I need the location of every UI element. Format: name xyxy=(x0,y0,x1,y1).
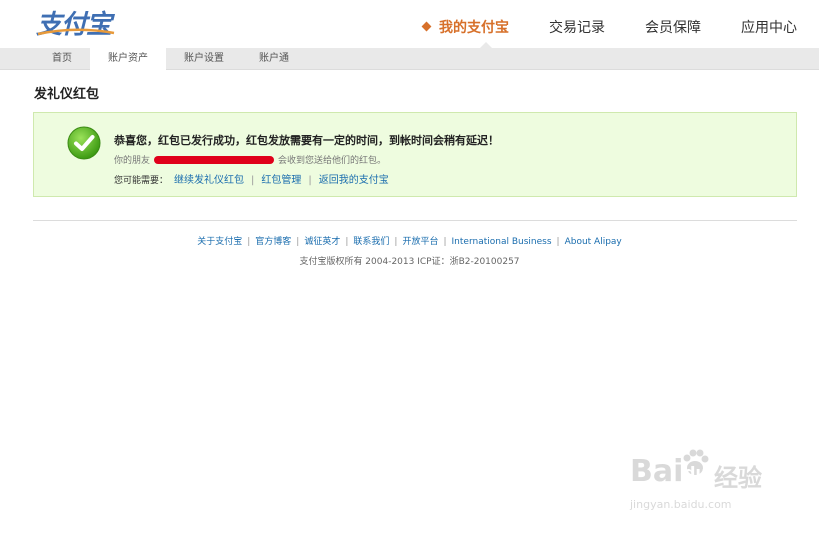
success-title: 恭喜您，红包已发行成功，红包发放需要有一定的时间，到帐时间会稍有延迟！ xyxy=(114,134,499,147)
nav-transactions[interactable]: 交易记录 xyxy=(549,17,605,37)
footer-divider xyxy=(33,220,797,221)
subnav-account-settings[interactable]: 账户设置 xyxy=(166,48,242,70)
nav-my-alipay[interactable]: 我的支付宝 xyxy=(421,17,509,37)
nav-app-center[interactable]: 应用中心 xyxy=(741,17,797,37)
success-detail: 你的朋友 会收到您送给他们的红包。 xyxy=(114,156,387,166)
header: 支付宝 我的支付宝 交易记录 会员保障 应用中心 xyxy=(0,0,819,48)
nav-member-protection[interactable]: 会员保障 xyxy=(645,17,701,37)
subnav-home[interactable]: 首页 xyxy=(34,48,90,70)
actions-label: 您可能需要： xyxy=(114,176,169,186)
back-to-my-alipay-link[interactable]: 返回我的支付宝 xyxy=(319,175,389,186)
suggested-actions: 您可能需要： 继续发礼仪红包 | 红包管理 | 返回我的支付宝 xyxy=(114,175,389,186)
footer-link-international[interactable]: International Business xyxy=(452,237,552,247)
page-title: 发礼仪红包 xyxy=(34,87,100,102)
main-nav: 我的支付宝 交易记录 会员保障 应用中心 xyxy=(383,17,797,37)
footer-link-about[interactable]: 关于支付宝 xyxy=(197,237,242,247)
alipay-logo[interactable]: 支付宝 xyxy=(34,4,124,40)
footer-link-careers[interactable]: 诚征英才 xyxy=(304,237,340,247)
diamond-bullet-icon xyxy=(421,21,432,32)
success-message-box: 恭喜您，红包已发行成功，红包发放需要有一定的时间，到帐时间会稍有延迟！ 你的朋友… xyxy=(33,112,797,197)
footer-link-blog[interactable]: 官方博客 xyxy=(255,237,291,247)
copyright: 支付宝版权所有 2004-2013 ICP证：浙B2-20100257 xyxy=(299,257,520,267)
continue-send-red-packet-link[interactable]: 继续发礼仪红包 xyxy=(174,175,244,186)
footer-link-about-alipay[interactable]: About Alipay xyxy=(565,237,622,247)
red-packet-manage-link[interactable]: 红包管理 xyxy=(261,175,301,186)
logo-swoosh-icon xyxy=(37,28,115,36)
success-check-icon xyxy=(67,126,101,160)
subnav-account-link[interactable]: 账户通 xyxy=(242,48,306,70)
subnav-account-assets[interactable]: 账户资产 xyxy=(90,48,166,70)
sub-nav: 首页 账户资产 账户设置 账户通 xyxy=(0,48,819,70)
baidu-jingyan-watermark: Bai du 经验 jingyan.baidu.com xyxy=(628,448,788,518)
redacted-friend-names xyxy=(154,156,275,164)
footer-link-open-platform[interactable]: 开放平台 xyxy=(402,237,438,247)
footer-link-contact[interactable]: 联系我们 xyxy=(353,237,389,247)
footer-links: 关于支付宝 | 官方博客 | 诚征英才 | 联系我们 | 开放平台 | International … xyxy=(197,237,622,247)
